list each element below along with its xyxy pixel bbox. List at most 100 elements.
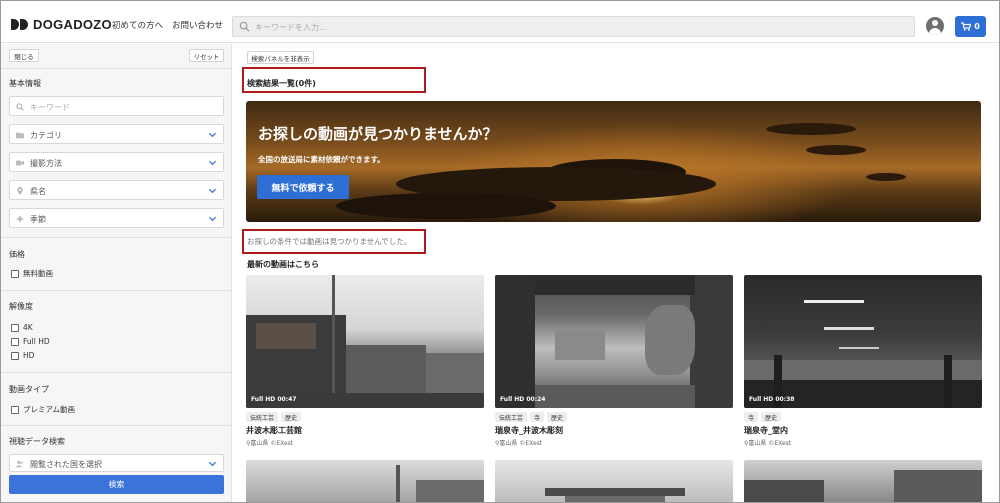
divider [1,68,231,69]
checkbox-label: Full HD [23,337,50,346]
cart-icon [961,22,972,31]
chevron-down-icon [208,216,217,222]
shooting-method-select-label: 撮影方法 [30,159,62,168]
video-meta: Full HD 00:47 [251,396,297,403]
cart-button[interactable]: 0 [955,16,986,37]
video-location-text: 富山県 ©EXest [250,440,294,447]
user-icon[interactable] [926,17,944,35]
logo-text: DOGADOZO [33,16,112,32]
tag-list: 伝統工芸 歴史 [246,412,484,422]
video-card[interactable]: Full HD 00:38 寺 歴史 瑞泉寺_堂内 ⚲富山県 ©EXest [744,275,982,447]
video-thumbnail[interactable] [744,460,982,502]
free-video-checkbox[interactable]: 無料動画 [11,268,53,279]
country-select[interactable]: 閲覧された国を選択 [9,454,224,472]
video-title[interactable]: 井波木彫工芸館 [246,425,484,436]
video-card[interactable]: Full HD 00:47 伝統工芸 歴史 井波木彫工芸館 ⚲富山県 ©EXes… [246,275,484,447]
tag[interactable]: 寺 [744,412,759,422]
chevron-down-icon [208,461,217,467]
checkbox-label: プレミアム動画 [23,405,75,414]
season-select[interactable]: 季節 [9,208,224,228]
video-meta: Full HD 00:24 [500,396,546,403]
latest-videos-title: 最新の動画はこちら [247,260,319,269]
banner-decoration [866,173,906,181]
nav-contact[interactable]: お問い合わせ [172,19,223,31]
tag[interactable]: 歴史 [281,412,302,422]
app-frame: DOGADOZO 初めての方へ お問い合わせ キーワードを入力... 0 閉じる… [0,0,1000,503]
premium-video-checkbox[interactable]: プレミアム動画 [11,404,75,415]
tag[interactable]: 歴史 [547,412,568,422]
keyword-input[interactable]: キーワード [9,96,224,116]
price-title: 価格 [9,250,25,259]
banner-decoration [336,193,556,219]
search-icon [239,21,250,32]
search-sidebar: 閉じる リセット 基本情報 キーワード カテゴリ 撮影方法 県名 季節 価格 無… [1,44,232,502]
chevron-down-icon [208,188,217,194]
resolution-fullhd-checkbox[interactable]: Full HD [11,337,50,346]
keyword-placeholder: キーワード [30,103,70,112]
divider [1,237,231,238]
banner-subtitle: 全国の放送局に素材依頼ができます。 [258,155,385,164]
folder-icon [16,132,24,139]
video-location-text: 富山県 ©EXest [499,440,543,447]
video-location: ⚲富山県 ©EXest [744,438,982,447]
category-select[interactable]: カテゴリ [9,124,224,144]
request-banner: お探しの動画が見つかりませんか？ 全国の放送局に素材依頼ができます。 無料で依頼… [246,101,981,222]
chevron-down-icon [208,132,217,138]
search-input[interactable]: キーワードを入力... [232,16,915,37]
prefecture-select-label: 県名 [30,187,46,196]
video-title[interactable]: 瑞泉寺_堂内 [744,425,982,436]
hide-search-panel-button[interactable]: 検索パネルを非表示 [247,51,314,64]
tag-list: 伝統工芸 寺 歴史 [495,412,733,422]
video-type-title: 動画タイプ [9,385,49,394]
video-location: ⚲富山県 ©EXest [246,438,484,447]
logo-icon [11,18,29,30]
banner-title: お探しの動画が見つかりませんか？ [258,125,498,143]
video-thumbnail[interactable]: Full HD 00:47 [246,275,484,408]
video-thumbnail[interactable]: Full HD 00:24 [495,275,733,408]
shooting-method-select[interactable]: 撮影方法 [9,152,224,172]
results-title: 検索結果一覧(0件) [247,79,316,88]
resolution-4k-checkbox[interactable]: 4K [11,323,33,332]
leaf-icon [16,215,24,223]
chevron-down-icon [208,160,217,166]
user-group-icon [16,460,23,468]
video-location-text: 富山県 ©EXest [748,440,792,447]
cart-count: 0 [974,22,980,31]
resolution-hd-checkbox[interactable]: HD [11,351,34,360]
tag[interactable]: 寺 [530,412,545,422]
resolution-title: 解像度 [9,302,33,311]
video-meta: Full HD 00:38 [749,396,795,403]
nav-first-time[interactable]: 初めての方へ [112,19,163,31]
reset-button[interactable]: リセット [189,49,224,62]
checkbox-label: 4K [23,323,33,332]
country-select-label: 閲覧された国を選択 [30,460,102,469]
no-result-message: お探しの条件では動画は見つかりませんでした。 [247,237,412,246]
header: DOGADOZO 初めての方へ お問い合わせ キーワードを入力... 0 [1,1,999,43]
season-select-label: 季節 [30,215,46,224]
video-thumbnail[interactable]: Full HD 00:38 [744,275,982,408]
divider [1,425,231,426]
search-placeholder: キーワードを入力... [255,23,327,32]
tag-list: 寺 歴史 [744,412,982,422]
divider [1,372,231,373]
video-camera-icon [16,160,24,166]
video-location: ⚲富山県 ©EXest [495,438,733,447]
logo[interactable]: DOGADOZO [11,16,112,32]
category-select-label: カテゴリ [30,131,62,140]
prefecture-select[interactable]: 県名 [9,180,224,200]
tag[interactable]: 歴史 [761,412,782,422]
checkbox-label: 無料動画 [23,269,53,278]
tag[interactable]: 伝統工芸 [495,412,528,422]
tag[interactable]: 伝統工芸 [246,412,279,422]
video-thumbnail[interactable] [495,460,733,502]
divider [1,290,231,291]
close-panel-button[interactable]: 閉じる [9,49,39,62]
map-pin-icon [17,187,23,195]
video-thumbnail[interactable] [246,460,484,502]
main-content: 検索パネルを非表示 検索結果一覧(0件) お探しの動画が見つかりませんか？ 全国… [233,44,999,502]
search-submit-button[interactable]: 検索 [9,475,224,494]
video-card[interactable]: Full HD 00:24 伝統工芸 寺 歴史 瑞泉寺_井波木彫刻 ⚲富山県 ©… [495,275,733,447]
request-free-button[interactable]: 無料で依頼する [257,175,349,199]
view-data-title: 視聴データ検索 [9,437,65,446]
video-title[interactable]: 瑞泉寺_井波木彫刻 [495,425,733,436]
